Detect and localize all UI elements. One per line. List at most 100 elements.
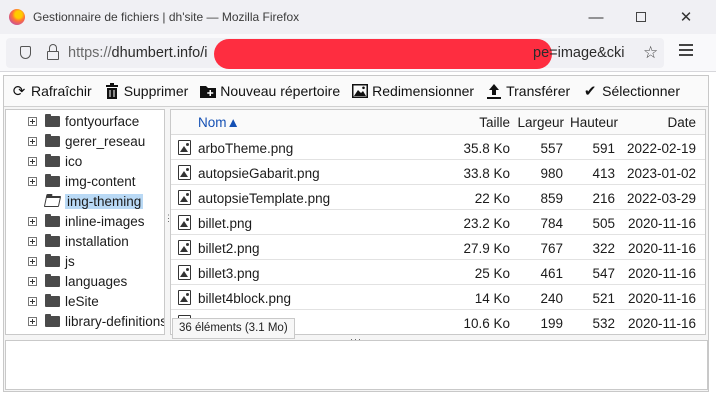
folder-icon xyxy=(45,253,60,267)
file-list[interactable]: Nom▲ Taille Largeur Hauteur Date arboThe… xyxy=(170,109,706,335)
delete-button[interactable]: Supprimer xyxy=(97,76,194,107)
resize-button[interactable]: Redimensionner xyxy=(345,76,479,107)
column-header-date[interactable]: Date xyxy=(667,115,696,130)
column-header-width[interactable]: Largeur xyxy=(517,115,564,130)
table-row[interactable]: autopsieGabarit.png 33.8 Ko 980 413 2023… xyxy=(171,160,705,185)
file-height: 532 xyxy=(592,316,615,331)
check-icon: ✔ xyxy=(583,82,597,100)
file-height: 521 xyxy=(592,291,615,306)
file-width: 767 xyxy=(540,241,563,256)
bookmark-star-icon[interactable]: ☆ xyxy=(643,43,658,63)
file-size: 23.2 Ko xyxy=(463,216,510,231)
tree-item-fontyourface[interactable]: fontyourface xyxy=(6,111,139,131)
expand-icon[interactable] xyxy=(28,276,37,286)
window-title: Gestionnaire de fichiers | dh'site — Moz… xyxy=(33,10,300,24)
column-header-size[interactable]: Taille xyxy=(479,115,510,130)
expand-icon[interactable] xyxy=(28,116,37,126)
file-date: 2020-11-16 xyxy=(627,266,696,281)
table-row[interactable]: billet4block.png 14 Ko 240 521 2020-11-1… xyxy=(171,285,705,310)
table-row[interactable]: billet3.png 25 Ko 461 547 2020-11-16 xyxy=(171,260,705,285)
close-icon: ✕ xyxy=(679,9,693,26)
image-icon xyxy=(351,82,369,100)
file-name: billet2.png xyxy=(198,241,260,256)
file-width: 557 xyxy=(540,141,563,156)
url-bar[interactable]: https://dhumbert.info/i pe=image&cki ☆ xyxy=(6,38,664,69)
file-size: 35.8 Ko xyxy=(463,141,510,156)
firefox-logo-icon xyxy=(9,9,25,25)
file-size: 27.9 Ko xyxy=(463,241,510,256)
table-row[interactable]: billet2.png 27.9 Ko 767 322 2020-11-16 xyxy=(171,235,705,260)
file-date: 2022-03-29 xyxy=(626,191,696,206)
table-row[interactable]: autopsieTemplate.png 22 Ko 859 216 2022-… xyxy=(171,185,705,210)
folder-icon xyxy=(45,233,60,247)
tree-item-lesite[interactable]: leSite xyxy=(6,291,99,311)
file-size: 22 Ko xyxy=(474,191,510,206)
column-header-name[interactable]: Nom▲ xyxy=(198,115,240,130)
table-row[interactable]: arboTheme.png 35.8 Ko 557 591 2022-02-19 xyxy=(171,135,705,160)
page-content: ⟳ Rafraîchir Supprimer Nouveau répertoir… xyxy=(0,72,716,396)
minimize-button[interactable]: — xyxy=(573,0,619,34)
file-width: 240 xyxy=(540,291,563,306)
expand-icon[interactable] xyxy=(28,316,37,326)
tree-item-img-content[interactable]: img-content xyxy=(6,171,136,191)
lock-icon[interactable] xyxy=(46,44,60,61)
expand-icon[interactable] xyxy=(28,256,37,266)
tree-item-languages[interactable]: languages xyxy=(6,271,127,291)
folder-icon xyxy=(45,313,60,327)
expand-icon[interactable] xyxy=(28,236,37,246)
file-size: 10.6 Ko xyxy=(463,316,510,331)
select-button[interactable]: ✔ Sélectionner xyxy=(575,76,685,107)
upload-button[interactable]: Transférer xyxy=(479,76,575,107)
preview-panel xyxy=(5,340,708,390)
folder-icon xyxy=(45,173,60,187)
image-file-icon xyxy=(178,290,191,305)
folder-icon xyxy=(45,153,60,167)
file-list-header: Nom▲ Taille Largeur Hauteur Date xyxy=(171,110,705,135)
file-width: 980 xyxy=(540,166,563,181)
close-button[interactable]: ✕ xyxy=(663,0,709,34)
file-date: 2023-01-02 xyxy=(626,166,696,181)
file-date: 2020-11-16 xyxy=(627,291,696,306)
file-date: 2022-02-19 xyxy=(626,141,696,156)
folder-icon xyxy=(45,293,60,307)
url-tail: pe=image&cki xyxy=(533,45,625,61)
file-size: 33.8 Ko xyxy=(463,166,510,181)
navigation-bar: https://dhumbert.info/i pe=image&cki ☆ xyxy=(0,34,716,72)
tree-item-inline-images[interactable]: inline-images xyxy=(6,211,145,231)
file-width: 199 xyxy=(540,316,563,331)
table-row[interactable]: billet.png 23.2 Ko 784 505 2020-11-16 xyxy=(171,210,705,235)
trash-icon xyxy=(103,82,121,100)
refresh-button[interactable]: ⟳ Rafraîchir xyxy=(4,76,97,107)
expand-icon[interactable] xyxy=(28,296,37,306)
tree-item-library-definitions[interactable]: library-definitions xyxy=(6,311,164,331)
image-file-icon xyxy=(178,215,191,230)
file-manager-toolbar: ⟳ Rafraîchir Supprimer Nouveau répertoir… xyxy=(4,76,708,107)
new-folder-button[interactable]: Nouveau répertoire xyxy=(193,76,345,107)
shield-icon[interactable] xyxy=(20,46,31,59)
column-header-height[interactable]: Hauteur xyxy=(570,115,618,130)
tree-item-installation[interactable]: installation xyxy=(6,231,129,251)
hamburger-menu-icon[interactable] xyxy=(679,44,693,56)
maximize-button[interactable] xyxy=(618,0,664,34)
tree-item-js[interactable]: js xyxy=(6,251,75,271)
file-date: 2020-11-16 xyxy=(627,216,696,231)
expand-icon[interactable] xyxy=(28,136,37,146)
tree-item-ico[interactable]: ico xyxy=(6,151,82,171)
file-width: 461 xyxy=(540,266,563,281)
image-file-icon xyxy=(178,265,191,280)
tree-item-img-theming[interactable]: img-theming xyxy=(6,191,144,211)
upload-icon xyxy=(485,82,503,100)
maximize-icon xyxy=(636,12,646,22)
folder-icon xyxy=(45,273,60,287)
directory-tree[interactable]: fontyourface gerer_reseau ico img-conten… xyxy=(5,109,165,335)
refresh-icon: ⟳ xyxy=(12,82,26,100)
tree-item-gerer-reseau[interactable]: gerer_reseau xyxy=(6,131,145,151)
expand-icon[interactable] xyxy=(28,156,37,166)
expand-icon[interactable] xyxy=(28,176,37,186)
file-width: 859 xyxy=(540,191,563,206)
expand-icon[interactable] xyxy=(28,216,37,226)
new-folder-icon xyxy=(199,82,217,100)
window-titlebar: Gestionnaire de fichiers | dh'site — Moz… xyxy=(0,0,716,34)
select-label: Sélectionner xyxy=(602,83,680,99)
file-height: 216 xyxy=(592,191,615,206)
